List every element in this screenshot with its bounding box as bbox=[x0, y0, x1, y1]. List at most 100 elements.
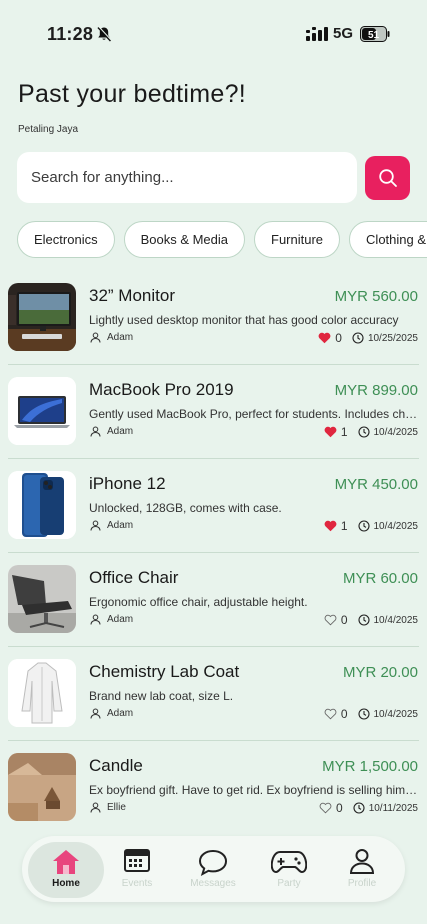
listing-price: MYR 899.00 bbox=[334, 382, 418, 399]
bell-off-icon bbox=[97, 26, 112, 42]
user-icon bbox=[90, 520, 101, 531]
clock-icon bbox=[357, 520, 370, 532]
listing-feed: 32” Monitor MYR 560.00 Lightly used desk… bbox=[0, 270, 427, 834]
listing-title: MacBook Pro 2019 bbox=[89, 380, 234, 399]
category-chip-electronics[interactable]: Electronics bbox=[17, 221, 115, 258]
listing-date: 10/4/2025 bbox=[373, 614, 419, 626]
like-count: 1 bbox=[340, 519, 348, 533]
listing-item[interactable]: MacBook Pro 2019 MYR 899.00 Gently used … bbox=[0, 364, 427, 458]
like-count: 0 bbox=[340, 613, 348, 627]
listing-item[interactable]: Candle MYR 1,500.00 Ex boyfriend gift. H… bbox=[0, 740, 427, 834]
clock-icon bbox=[357, 708, 370, 720]
nav-label: Home bbox=[52, 878, 80, 889]
listing-title: Candle bbox=[89, 756, 143, 775]
listing-thumbnail bbox=[8, 471, 76, 539]
seller-name: Adam bbox=[107, 426, 134, 437]
search-input[interactable] bbox=[31, 169, 357, 186]
user-icon bbox=[90, 332, 101, 343]
listing-date: 10/11/2025 bbox=[368, 802, 418, 814]
listing-price: MYR 60.00 bbox=[342, 570, 418, 587]
listing-thumbnail bbox=[8, 659, 76, 727]
nav-events[interactable]: Events bbox=[99, 836, 175, 902]
heart-filled-icon[interactable] bbox=[318, 332, 331, 344]
listing-seller: Adam bbox=[90, 426, 133, 437]
listing-meta: 1 10/4/2025 bbox=[324, 425, 418, 439]
clock-icon bbox=[357, 614, 370, 626]
network-type: 5G bbox=[333, 25, 354, 42]
listing-title: Chemistry Lab Coat bbox=[89, 662, 240, 681]
listing-seller: Ellie bbox=[90, 802, 126, 813]
clock-icon bbox=[352, 332, 364, 344]
calendar-icon bbox=[124, 849, 150, 872]
listing-title: Office Chair bbox=[89, 568, 179, 587]
search-bar[interactable] bbox=[17, 152, 357, 203]
listing-description: Unlocked, 128GB, comes with case. bbox=[89, 501, 282, 515]
like-count: 0 bbox=[335, 331, 342, 345]
listing-meta: 0 10/25/2025 bbox=[318, 331, 418, 345]
heart-outline-icon[interactable] bbox=[324, 614, 337, 626]
listing-seller: Adam bbox=[90, 614, 133, 625]
heart-outline-icon[interactable] bbox=[324, 708, 337, 720]
seller-name: Ellie bbox=[107, 802, 126, 813]
nav-home[interactable]: Home bbox=[28, 842, 104, 898]
user-icon bbox=[349, 849, 375, 874]
seller-name: Adam bbox=[107, 332, 134, 343]
heart-filled-icon[interactable] bbox=[324, 426, 337, 438]
listing-description: Gently used MacBook Pro, perfect for stu… bbox=[89, 407, 419, 421]
heart-outline-icon[interactable] bbox=[319, 802, 332, 814]
category-chips: Electronics Books & Media Furniture Clothin… bbox=[17, 221, 427, 259]
heart-filled-icon[interactable] bbox=[324, 520, 337, 532]
listing-date: 10/25/2025 bbox=[367, 332, 418, 344]
listing-meta: 0 10/4/2025 bbox=[324, 707, 418, 721]
nav-profile[interactable]: Profile bbox=[324, 836, 400, 902]
listing-price: MYR 450.00 bbox=[334, 476, 418, 493]
listing-description: Ergonomic office chair, adjustable heigh… bbox=[89, 595, 308, 609]
listing-date: 10/4/2025 bbox=[373, 426, 419, 438]
listing-description: Lightly used desktop monitor that has go… bbox=[89, 313, 399, 327]
listing-thumbnail bbox=[8, 283, 76, 351]
user-icon bbox=[90, 614, 101, 625]
like-count: 1 bbox=[340, 425, 348, 439]
clock-icon bbox=[357, 426, 370, 438]
listing-thumbnail bbox=[8, 377, 76, 445]
category-chip-furniture[interactable]: Furniture bbox=[254, 221, 341, 258]
listing-thumbnail bbox=[8, 753, 76, 821]
listing-meta: 0 10/11/2025 bbox=[319, 801, 418, 815]
listing-item[interactable]: 32” Monitor MYR 560.00 Lightly used desk… bbox=[0, 270, 427, 364]
category-chip-books-media[interactable]: Books & Media bbox=[123, 221, 246, 258]
status-time: 11:28 bbox=[47, 24, 94, 44]
listing-thumbnail bbox=[8, 565, 76, 633]
category-chip-clothing[interactable]: Clothing & Accessories bbox=[349, 221, 427, 258]
listing-seller: Adam bbox=[90, 708, 133, 719]
listing-price: MYR 560.00 bbox=[334, 288, 418, 305]
user-icon bbox=[90, 802, 101, 813]
listing-price: MYR 20.00 bbox=[342, 664, 418, 681]
listing-meta: 0 10/4/2025 bbox=[324, 613, 418, 627]
listing-title: 32” Monitor bbox=[89, 286, 175, 305]
listing-seller: Adam bbox=[90, 332, 133, 343]
like-count: 0 bbox=[340, 707, 348, 721]
chat-bubble-icon bbox=[198, 849, 228, 876]
clock-icon bbox=[353, 802, 365, 814]
nav-label: Events bbox=[121, 878, 153, 889]
battery-icon: 51 bbox=[360, 26, 390, 42]
user-icon bbox=[90, 426, 101, 437]
like-count: 0 bbox=[336, 801, 343, 815]
listing-item[interactable]: Office Chair MYR 60.00 Ergonomic office … bbox=[0, 552, 427, 646]
nav-messages[interactable]: Messages bbox=[175, 836, 251, 902]
bottom-nav: Home Events Messages Party Profile bbox=[22, 836, 405, 902]
nav-label: Messages bbox=[190, 878, 236, 889]
listing-item[interactable]: Chemistry Lab Coat MYR 20.00 Brand new l… bbox=[0, 646, 427, 740]
search-button[interactable] bbox=[365, 156, 410, 200]
seller-name: Adam bbox=[107, 520, 134, 531]
listing-seller: Adam bbox=[90, 520, 133, 531]
listing-date: 10/4/2025 bbox=[373, 708, 419, 720]
nav-party[interactable]: Party bbox=[251, 836, 327, 902]
nav-label: Party bbox=[277, 878, 301, 889]
listing-description: Brand new lab coat, size L. bbox=[89, 689, 234, 703]
listing-meta: 1 10/4/2025 bbox=[324, 519, 418, 533]
listing-description: Ex boyfriend gift. Have to get rid. Ex b… bbox=[89, 783, 419, 797]
page-title: Past your bedtime?! bbox=[18, 80, 247, 108]
listing-item[interactable]: iPhone 12 MYR 450.00 Unlocked, 128GB, co… bbox=[0, 458, 427, 552]
status-bar: 11:28 5G 51 bbox=[0, 0, 427, 60]
